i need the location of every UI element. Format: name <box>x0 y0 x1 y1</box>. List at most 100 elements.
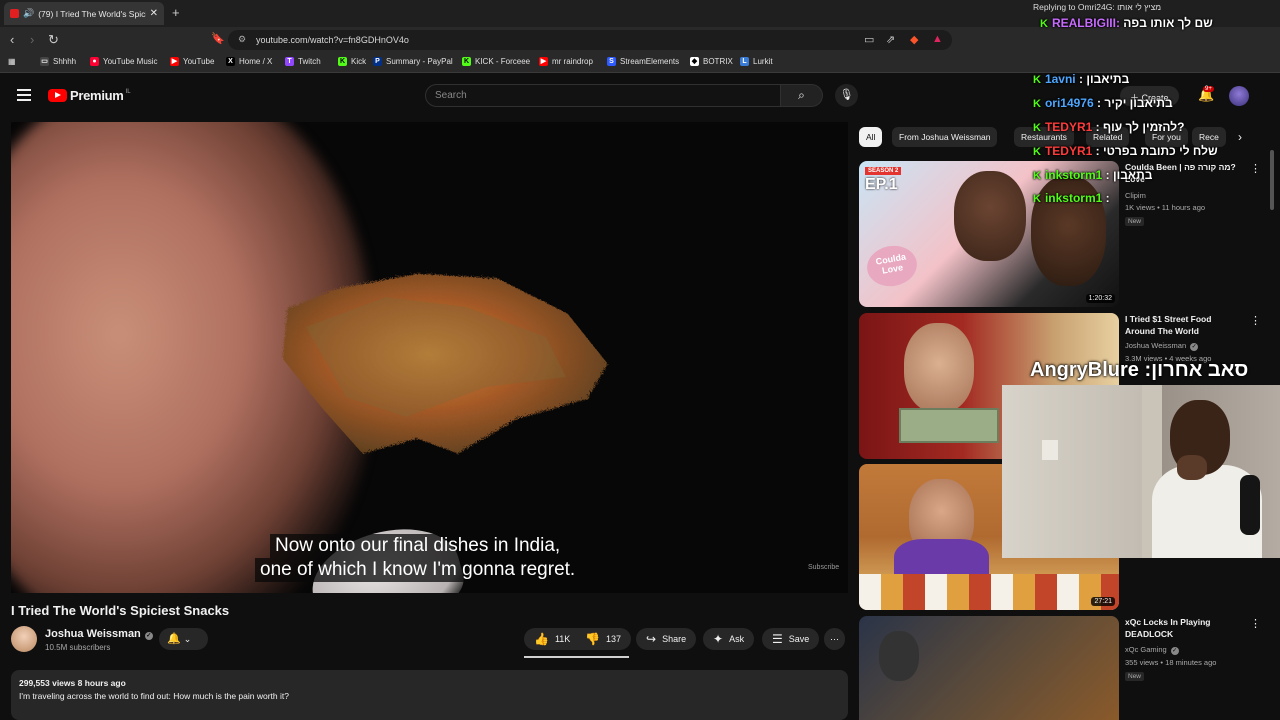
bookmark-favicon-icon: ▶ <box>170 57 179 66</box>
youtube-play-logo-icon <box>48 89 67 102</box>
chat-text: : להזמין לך עוף? <box>1095 120 1185 134</box>
chat-message: K 1avni : בתיאבון <box>1033 72 1129 86</box>
cast-icon[interactable]: ▭ <box>864 33 874 46</box>
bookmark-item[interactable]: ● YouTube Music <box>90 57 158 66</box>
save-label: Save <box>788 634 810 644</box>
season-badge: SEASON 2 <box>865 167 902 175</box>
voice-search-button[interactable]: 🎙 <box>835 84 858 107</box>
sparkle-icon: ✦ <box>713 632 724 646</box>
search-icon: ⌕ <box>798 88 805 102</box>
chip-all[interactable]: All <box>859 127 883 147</box>
bookmark-item[interactable]: S StreamElements <box>607 57 679 66</box>
more-vertical-icon[interactable]: ⋮ <box>1250 162 1261 175</box>
new-tab-button[interactable]: + <box>172 5 180 20</box>
account-avatar[interactable] <box>1229 86 1249 106</box>
apps-grid-icon[interactable]: ▦ <box>8 57 16 66</box>
channel-name[interactable]: Joshua Weissman ✓ <box>45 628 153 640</box>
thumb-streamer <box>879 631 919 681</box>
chip-from-channel[interactable]: From Joshua Weissman <box>892 127 998 147</box>
chevron-down-icon: ⌄ <box>183 634 192 644</box>
url-field[interactable]: ⚙ youtube.com/watch?v=fn8GDHnOV4o <box>228 30 952 50</box>
video-duration: 1:20:32 <box>1085 294 1115 303</box>
video-captions: Now onto our final dishes in India, one … <box>255 534 581 582</box>
bookmark-item[interactable]: K Kick <box>338 57 366 66</box>
back-icon[interactable]: ‹ <box>10 32 14 47</box>
address-bar-row: ‹ › ↻ 🔖 ⚙ youtube.com/watch?v=fn8GDHnOV4… <box>0 27 1280 53</box>
tab-title: (79) I Tried The World's Spicie <box>38 8 146 19</box>
share-page-icon[interactable]: ⇗ <box>886 33 895 46</box>
search-input[interactable]: Search <box>425 84 781 107</box>
audio-playing-icon[interactable]: 🔊 <box>23 8 34 19</box>
recommended-title[interactable]: xQc Locks In Playing DEADLOCK <box>1125 616 1240 640</box>
more-vertical-icon[interactable]: ⋮ <box>1250 314 1261 327</box>
forward-icon[interactable]: › <box>30 32 34 47</box>
bookmark-item[interactable]: X Home / X <box>226 57 272 66</box>
webcam-overlay <box>1002 385 1280 558</box>
more-actions-button[interactable]: ⋯ <box>824 628 845 650</box>
bookmark-favicon-icon: X <box>226 57 235 66</box>
bookmark-favicon-icon: P <box>373 57 382 66</box>
dislike-count: 137 <box>605 634 621 644</box>
chat-text: שם לך אותו בפה <box>1123 16 1213 30</box>
save-button[interactable]: ☰ Save <box>762 628 820 650</box>
new-badge: New <box>1125 672 1145 681</box>
bell-icon: 🔔 <box>167 633 181 645</box>
chat-message: Kinkstorm1 : <box>1033 191 1110 205</box>
dislike-button[interactable]: 👎 137 <box>577 628 631 650</box>
thumb-logo: Coulda Love <box>863 241 921 291</box>
logo-text: Premium <box>70 88 124 103</box>
recommended-thumbnail[interactable] <box>859 616 1119 720</box>
chat-text: : שלח לי כתובת בפרטי <box>1095 144 1218 158</box>
bookmark-label: Kick <box>351 57 367 66</box>
bookmark-favicon-icon: T <box>285 57 294 66</box>
video-player[interactable]: Now onto our final dishes in India, one … <box>11 122 848 593</box>
bookmark-label: Summary - PayPal <box>386 57 453 66</box>
browser-tab[interactable]: 🔊 (79) I Tried The World's Spicie ✕ <box>4 2 164 25</box>
recommended-channel[interactable]: xQc Gaming ✓ <box>1125 645 1179 655</box>
description-box[interactable]: 299,553 views 8 hours ago I'm traveling … <box>11 670 848 720</box>
recommended-title[interactable]: I Tried $1 Street Food Around The World <box>1125 313 1240 337</box>
subscribed-bell-button[interactable]: 🔔 ⌄ <box>159 628 208 650</box>
channel-name-text: Joshua Weissman <box>45 628 141 640</box>
brave-shield-icon[interactable]: ◆ <box>910 33 918 46</box>
bookmark-item[interactable]: ▶ YouTube <box>170 57 214 66</box>
thumbs-up-icon: 👍 <box>534 632 549 646</box>
youtube-premium-logo[interactable]: Premium IL <box>48 88 131 103</box>
ask-button[interactable]: ✦ Ask <box>703 628 755 650</box>
bookmark-label: mr raindrop <box>552 57 593 66</box>
kick-logo-icon: K <box>1033 193 1041 205</box>
recommended-thumbnail[interactable]: SEASON 2 EP.1 Coulda Love 1:20:32 <box>859 161 1119 307</box>
more-vertical-icon[interactable]: ⋮ <box>1250 617 1261 630</box>
subscriber-count: 10.5M subscribers <box>45 643 111 652</box>
share-button[interactable]: ↪ Share <box>636 628 697 650</box>
search-button[interactable]: ⌕ <box>781 84 823 107</box>
bookmark-item[interactable]: ◆ BOTRIX <box>690 57 733 66</box>
microphone-icon: 🎙 <box>839 89 854 101</box>
bookmark-item[interactable]: L Lurkit <box>740 57 773 66</box>
share-icon: ↪ <box>646 632 657 646</box>
bookmark-item[interactable]: K KICK - Forceee <box>462 57 530 66</box>
chips-next-chevron-icon[interactable]: › <box>1238 130 1242 144</box>
bookmark-icon[interactable]: 🔖 <box>211 32 225 45</box>
bookmark-item[interactable]: ▭ Shhhh <box>40 57 76 66</box>
chat-username: TEDYR1 <box>1044 144 1093 158</box>
chat-message: K REALBIGIII: שם לך אותו בפה <box>1040 16 1213 30</box>
subscribe-watermark[interactable]: Subscribe <box>808 564 839 571</box>
reload-icon[interactable]: ↻ <box>48 32 59 48</box>
channel-avatar[interactable] <box>11 626 37 652</box>
rewards-icon[interactable]: ▲ <box>932 33 943 45</box>
like-button[interactable]: 👍 11K <box>524 628 579 650</box>
recommended-channel[interactable]: Clipim <box>1125 191 1146 200</box>
bookmark-item[interactable]: P Summary - PayPal <box>373 57 453 66</box>
bookmark-label: YouTube Music <box>103 57 158 66</box>
sidebar-scrollbar[interactable] <box>1270 150 1274 210</box>
bookmark-item[interactable]: T Twitch <box>285 57 321 66</box>
thumb-face-1 <box>954 171 1026 261</box>
bookmark-item[interactable]: ▶ mr raindrop <box>539 57 593 66</box>
save-playlist-icon: ☰ <box>772 632 783 646</box>
episode-label: EP.1 <box>865 176 898 193</box>
close-tab-icon[interactable]: ✕ <box>150 8 158 19</box>
recommended-channel[interactable]: Joshua Weissman ✓ <box>1125 341 1199 351</box>
menu-hamburger-icon[interactable] <box>17 89 31 104</box>
site-info-icon[interactable]: ⚙ <box>238 34 246 45</box>
